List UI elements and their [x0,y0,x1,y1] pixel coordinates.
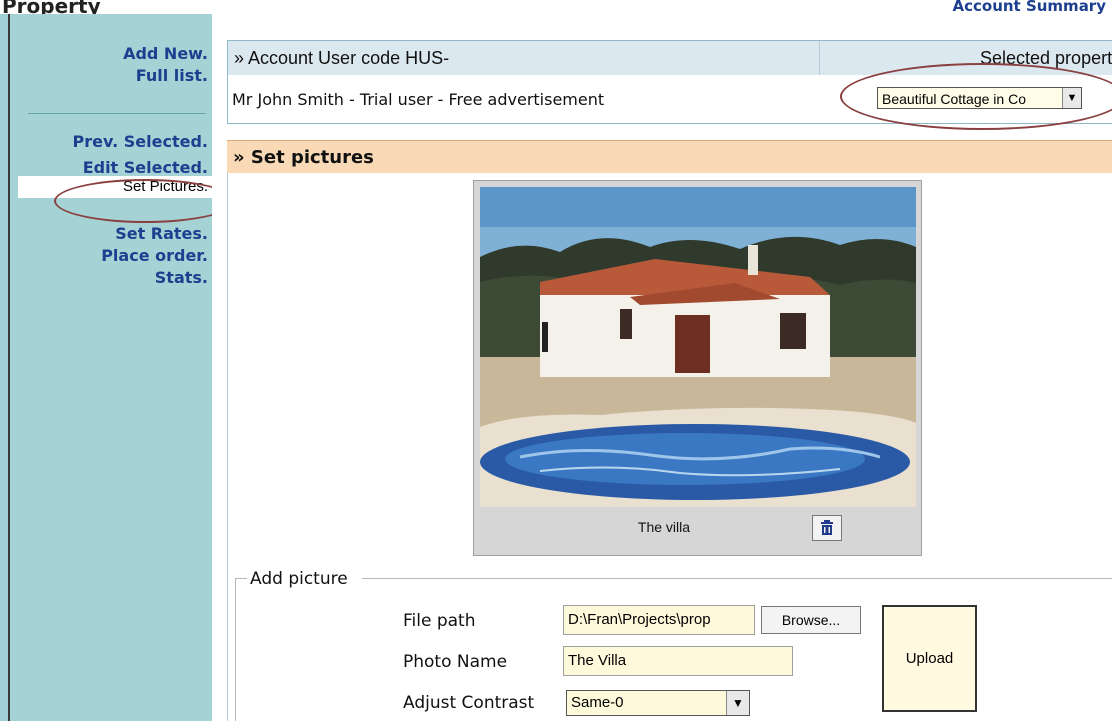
set-pictures-border [227,172,228,721]
fieldset-border-left-segment [235,578,247,579]
sidebar-item-set-rates[interactable]: Set Rates. [115,224,208,246]
adjust-contrast-label: Adjust Contrast [403,693,535,713]
sidebar: Add New. Full list. Prev. Selected. Edit… [10,14,212,721]
delete-picture-button[interactable] [812,515,842,541]
file-path-input[interactable]: D:\Fran\Projects\prop [563,605,755,635]
chevron-down-icon[interactable]: ▼ [726,691,749,715]
villa-photo [480,187,916,507]
trash-icon [821,520,833,535]
left-edge-strip [0,14,8,721]
property-select[interactable]: Beautiful Cottage in Co ▼ [877,87,1082,109]
contrast-select[interactable]: Same-0 ▼ [566,690,750,716]
picture-caption: The villa [637,519,691,535]
browse-button[interactable]: Browse... [761,606,861,634]
picture-card: The villa [473,180,922,556]
file-path-label: File path [403,611,476,631]
sidebar-item-prev-selected[interactable]: Prev. Selected. [73,132,208,154]
sidebar-item-add-new[interactable]: Add New. [123,44,208,66]
chevron-down-icon[interactable]: ▼ [1062,88,1081,108]
account-header: » Account User code HUS- Selected proper… [228,41,1112,75]
account-user-info: Mr John Smith - Trial user - Free advert… [232,90,605,109]
selected-property-label: Selected property [980,48,1112,68]
sidebar-separator [28,113,206,114]
top-right-title: Account Summary [952,0,1107,15]
set-pictures-header: » Set pictures [227,140,1112,173]
photo-name-input[interactable]: The Villa [563,646,793,676]
photo-name-label: Photo Name [403,652,508,672]
property-select-value: Beautiful Cottage in Co [882,91,1026,107]
fieldset-border-left [235,578,236,721]
account-title: » Account User code HUS- [234,48,450,68]
sidebar-item-full-list[interactable]: Full list. [136,66,208,88]
add-picture-legend: Add picture [247,569,351,589]
top-bar: Property Account Summary [0,0,1112,18]
account-panel: » Account User code HUS- Selected proper… [227,40,1112,124]
set-pictures-title: » Set pictures [233,147,374,168]
upload-button[interactable]: Upload [882,605,977,712]
sidebar-item-set-pictures-label: Set Pictures. [122,178,208,195]
contrast-select-value: Same-0 [571,694,624,711]
account-header-divider [819,41,820,75]
sidebar-item-place-order[interactable]: Place order. [101,246,208,268]
sidebar-item-stats[interactable]: Stats. [155,268,208,290]
fieldset-border-top [362,578,1112,579]
sidebar-item-set-pictures[interactable]: Set Pictures. [18,176,212,198]
